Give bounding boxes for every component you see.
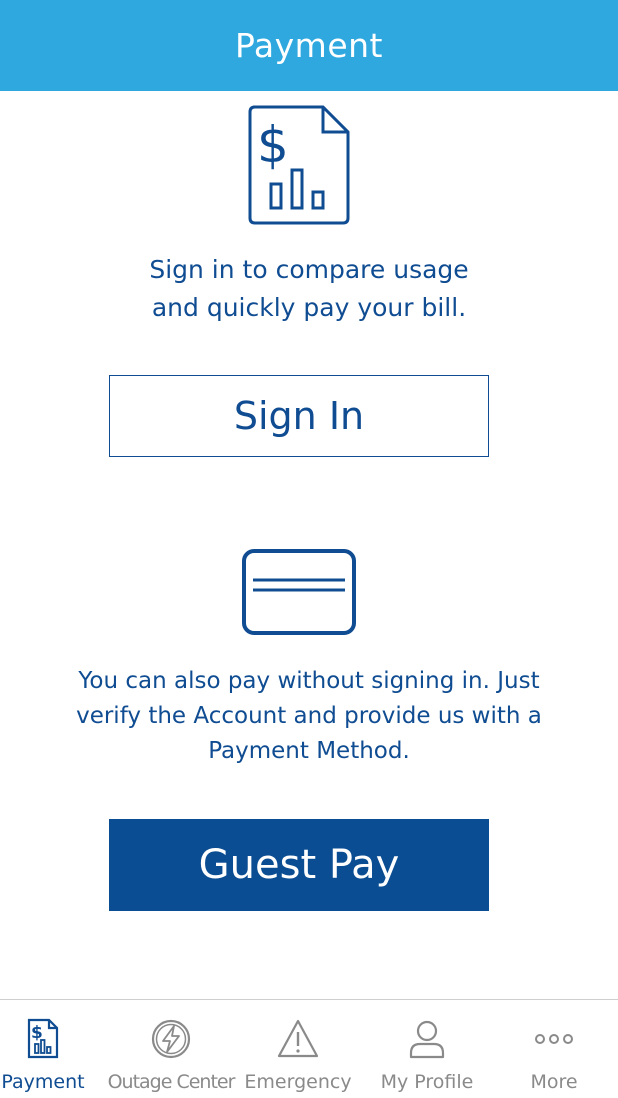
warning-triangle-icon: [277, 1019, 319, 1058]
tab-label-emergency: Emergency: [244, 1071, 352, 1093]
tab-payment[interactable]: $ Payment: [0, 1000, 86, 1098]
signin-description-line2: and quickly pay your bill.: [151, 293, 467, 322]
tab-emergency[interactable]: Emergency: [240, 1000, 356, 1098]
header-bar: Payment: [0, 0, 618, 91]
sign-in-button[interactable]: Sign In: [109, 375, 489, 457]
signin-description-line1: Sign in to compare usage: [149, 255, 469, 284]
user-icon: [409, 1020, 445, 1059]
guest-description: You can also pay without signing in. Jus…: [40, 664, 578, 769]
bill-usage-icon: $: [27, 1018, 59, 1059]
more-dots-icon: [535, 1034, 573, 1044]
payment-screen: Payment $ Sign in to compare usage and q…: [0, 0, 618, 1098]
guest-description-line3: Payment Method.: [208, 738, 410, 764]
tab-more[interactable]: More: [508, 1000, 600, 1098]
svg-text:$: $: [257, 116, 289, 174]
tab-my-profile[interactable]: My Profile: [372, 1000, 482, 1098]
guest-pay-button[interactable]: Guest Pay: [109, 819, 489, 911]
lightning-icon: [151, 1019, 191, 1059]
tab-label-my-profile: My Profile: [380, 1071, 474, 1093]
page-title: Payment: [235, 26, 383, 65]
tab-label-outage-center: Outage Center: [107, 1071, 236, 1093]
signin-description: Sign in to compare usage and quickly pay…: [80, 251, 538, 327]
tab-label-payment: Payment: [1, 1071, 85, 1093]
bottom-tab-bar: $ Payment Outage Center Emergency My Pro…: [0, 999, 618, 1098]
bill-usage-icon: $: [248, 105, 350, 225]
guest-description-line2: verify the Account and provide us with a: [76, 703, 542, 729]
guest-description-line1: You can also pay without signing in. Jus…: [78, 668, 540, 694]
tab-label-more: More: [530, 1071, 578, 1093]
tab-outage-center[interactable]: Outage Center: [107, 1000, 236, 1098]
credit-card-icon: [242, 549, 356, 635]
